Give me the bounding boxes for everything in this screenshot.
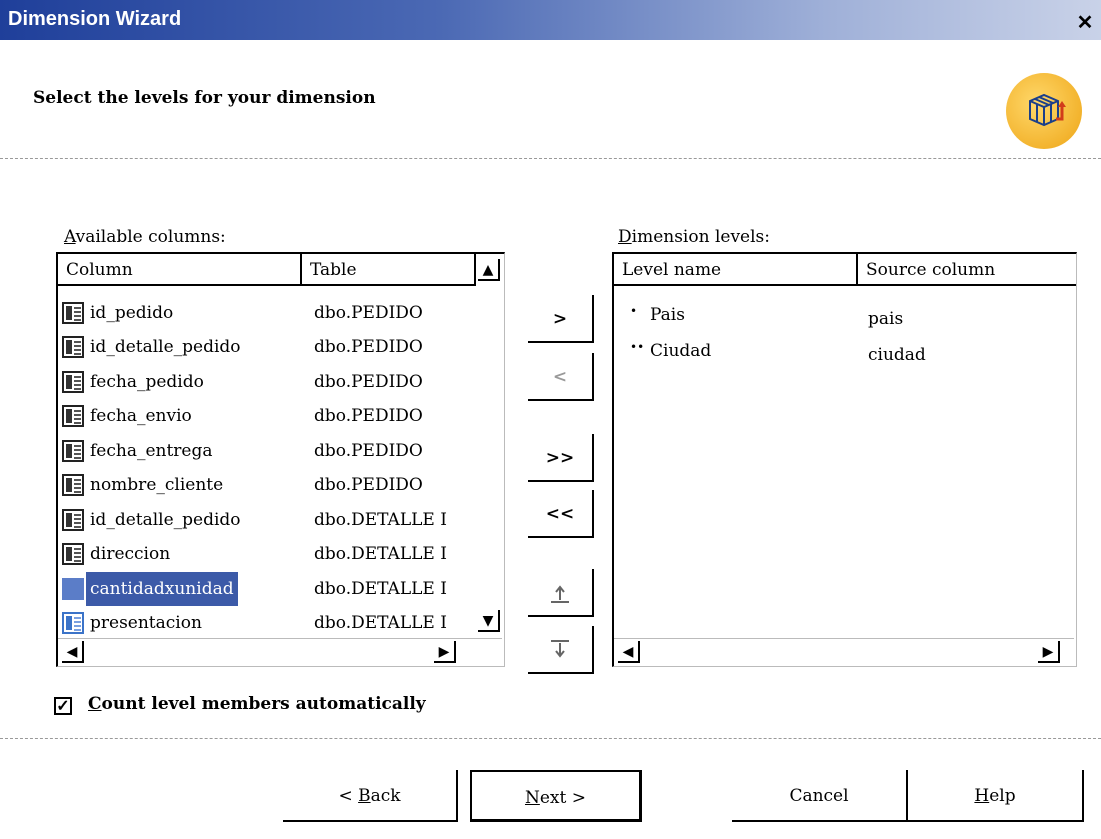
horizontal-scrollbar[interactable]: ◀ ▶ bbox=[58, 638, 502, 665]
list-item[interactable]: fecha_entrega dbo.PEDIDO bbox=[62, 434, 502, 468]
scroll-up-button[interactable]: ▲ bbox=[478, 259, 500, 281]
scroll-left-button[interactable]: ◀ bbox=[618, 641, 640, 663]
footer-separator bbox=[0, 738, 1101, 740]
move-down-button[interactable] bbox=[528, 626, 594, 674]
remove-level-button[interactable]: < bbox=[528, 353, 594, 401]
list-item[interactable]: id_pedido dbo.PEDIDO bbox=[62, 296, 502, 330]
column-icon bbox=[62, 612, 84, 634]
cube-dimension-icon bbox=[1006, 73, 1082, 149]
list-item[interactable]: id_detalle_pedido dbo.PEDIDO bbox=[62, 330, 502, 364]
list-item[interactable]: • Pais pais bbox=[630, 298, 1070, 332]
move-up-button[interactable] bbox=[528, 569, 594, 617]
column-icon bbox=[62, 578, 84, 600]
checkmark-icon: ✓ bbox=[56, 696, 70, 715]
column-icon bbox=[62, 440, 84, 462]
column-icon bbox=[62, 336, 84, 358]
list-item[interactable]: fecha_pedido dbo.PEDIDO bbox=[62, 365, 502, 399]
move-up-icon bbox=[551, 585, 569, 603]
dimension-levels-label: Dimension levels: bbox=[618, 227, 771, 247]
dimension-levels-list[interactable]: Level name Source column • Pais pais •• … bbox=[612, 252, 1077, 667]
page-title: Select the levels for your dimension bbox=[33, 88, 376, 108]
column-icon bbox=[62, 543, 84, 565]
column-icon bbox=[62, 405, 84, 427]
scroll-left-button[interactable]: ◀ bbox=[62, 641, 84, 663]
scroll-right-button[interactable]: ▶ bbox=[434, 641, 456, 663]
header-separator bbox=[0, 158, 1101, 160]
column-header-source-column[interactable]: Source column bbox=[858, 254, 1076, 286]
list-item[interactable]: presentacion dbo.DETALLE I bbox=[62, 606, 502, 640]
add-level-button[interactable]: > bbox=[528, 295, 594, 343]
column-icon bbox=[62, 509, 84, 531]
horizontal-scrollbar[interactable]: ◀ ▶ bbox=[614, 638, 1074, 665]
next-button[interactable]: Next > bbox=[470, 770, 642, 822]
cancel-button[interactable]: Cancel bbox=[732, 770, 908, 822]
scroll-down-button[interactable]: ▼ bbox=[478, 610, 500, 632]
available-columns-label: Available columns: bbox=[64, 227, 226, 247]
list-item[interactable]: direccion dbo.DETALLE I bbox=[62, 537, 502, 571]
list-item[interactable]: id_detalle_pedido dbo.DETALLE I bbox=[62, 503, 502, 537]
count-members-checkbox[interactable]: ✓ bbox=[54, 697, 72, 715]
add-all-levels-button[interactable]: >> bbox=[528, 434, 594, 482]
level-bullet-icon: •• bbox=[630, 340, 645, 354]
count-members-label[interactable]: Count level members automatically bbox=[88, 694, 426, 714]
back-button[interactable]: < Back bbox=[283, 770, 458, 822]
column-icon bbox=[62, 371, 84, 393]
list-item-selected[interactable]: cantidadxunidad dbo.DETALLE I bbox=[62, 572, 502, 606]
list-item[interactable]: •• Ciudad ciudad bbox=[630, 334, 1070, 368]
available-columns-list[interactable]: Column Table ▲ id_pedido dbo.PEDIDO id_d… bbox=[56, 252, 505, 667]
remove-all-levels-button[interactable]: << bbox=[528, 490, 594, 538]
column-header-column[interactable]: Column bbox=[58, 254, 302, 286]
scroll-right-button[interactable]: ▶ bbox=[1038, 641, 1060, 663]
list-item[interactable]: nombre_cliente dbo.PEDIDO bbox=[62, 468, 502, 502]
window-title: Dimension Wizard bbox=[8, 8, 182, 30]
column-header-table[interactable]: Table bbox=[302, 254, 476, 286]
move-down-icon bbox=[551, 640, 569, 658]
close-button[interactable]: ✕ bbox=[1074, 12, 1096, 34]
column-icon bbox=[62, 302, 84, 324]
level-bullet-icon: • bbox=[630, 304, 638, 318]
list-item[interactable]: fecha_envio dbo.PEDIDO bbox=[62, 399, 502, 433]
column-icon bbox=[62, 474, 84, 496]
help-button[interactable]: Help bbox=[908, 770, 1084, 822]
column-header-level-name[interactable]: Level name bbox=[614, 254, 858, 286]
close-icon: ✕ bbox=[1076, 12, 1094, 34]
